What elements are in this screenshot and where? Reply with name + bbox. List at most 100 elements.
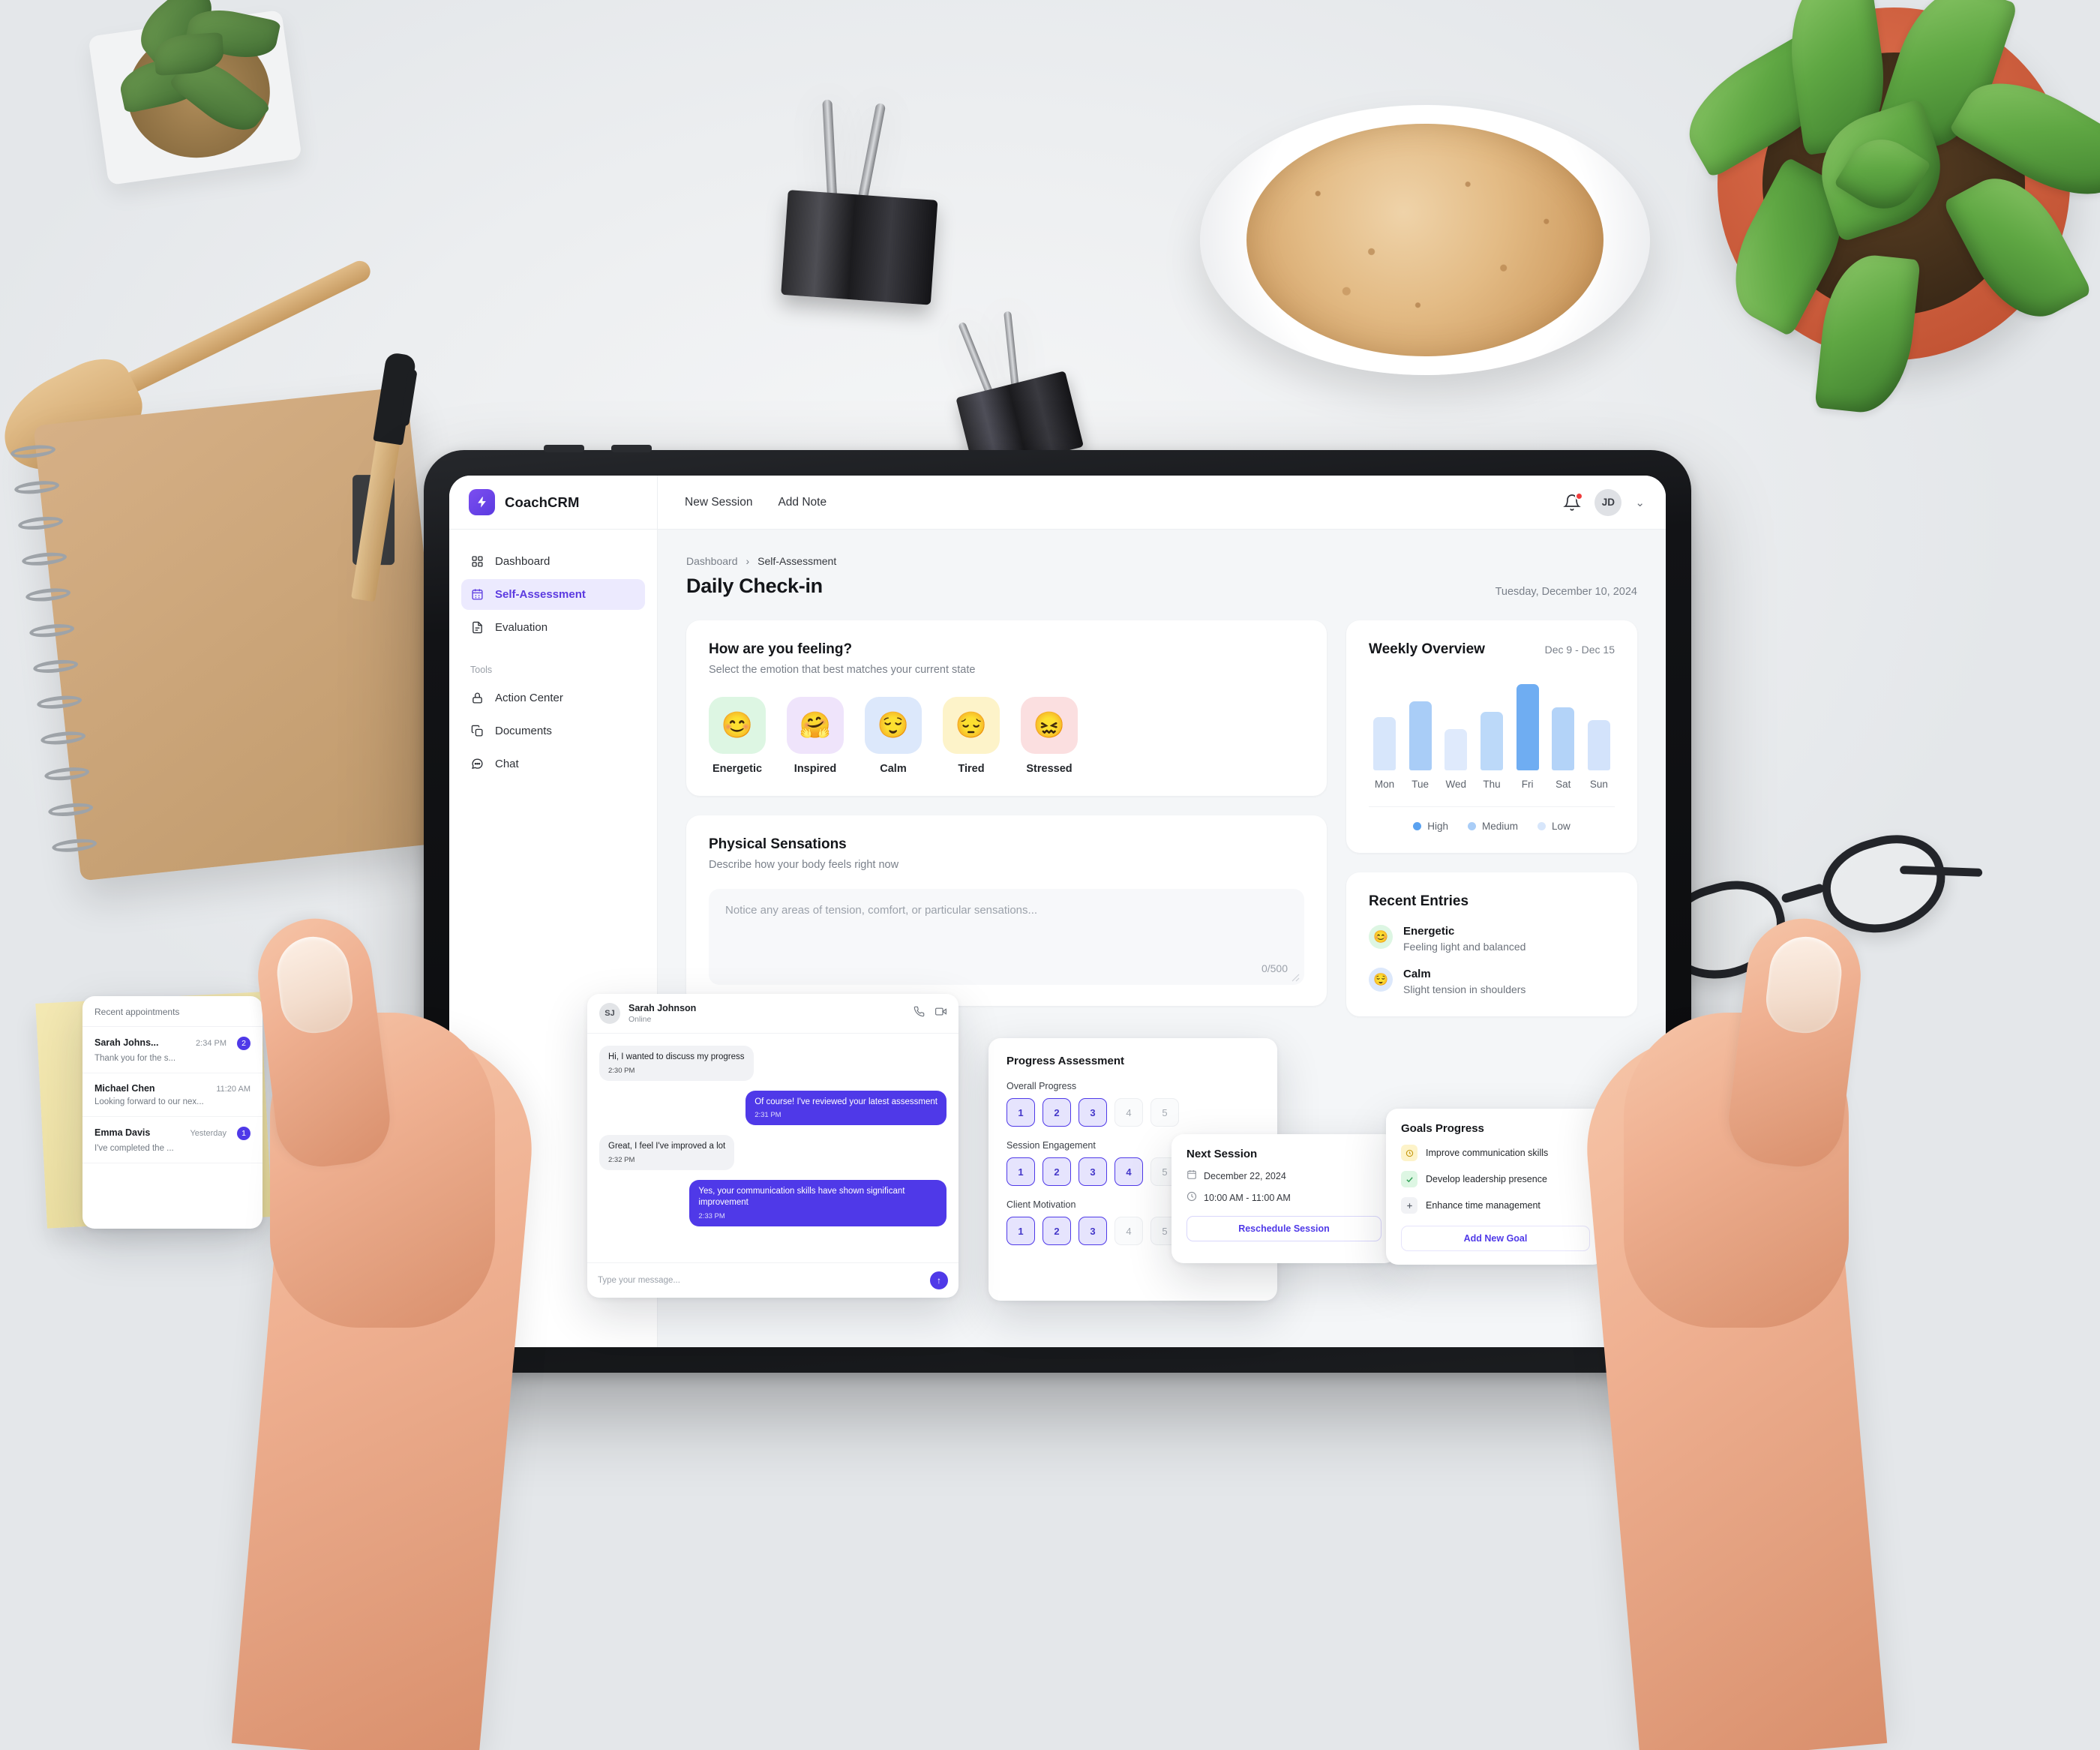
rating-option-3[interactable]: 3 (1078, 1217, 1107, 1245)
rating-option-4[interactable]: 4 (1114, 1217, 1143, 1245)
mood-option-inspired[interactable]: 🤗 Inspired (787, 697, 844, 775)
sensations-placeholder: Notice any areas of tension, comfort, or… (725, 904, 1038, 917)
arrow-up-icon[interactable]: ↑ (930, 1271, 948, 1289)
check-icon (1401, 1171, 1418, 1187)
mood-selector: 😊 Energetic 🤗 Inspired 😌 Calm 😔 Tired 😖 Stressed (709, 697, 1304, 775)
day-label: Thu (1483, 779, 1501, 790)
clock-icon (1401, 1145, 1418, 1161)
chat-header: SJ Sarah Johnson Online (587, 994, 958, 1034)
mood-option-calm[interactable]: 😌 Calm (865, 697, 922, 775)
add-note-link[interactable]: Add Note (778, 496, 826, 509)
sidebar-item-label: Chat (495, 758, 519, 770)
sidebar-item-dashboard[interactable]: Dashboard (461, 546, 645, 577)
rating-option-1[interactable]: 1 (1006, 1098, 1035, 1127)
goal-item[interactable]: Enhance time management (1401, 1197, 1590, 1214)
resize-handle[interactable] (1288, 970, 1300, 982)
phone-icon[interactable] (914, 1006, 925, 1021)
rating-option-4[interactable]: 4 (1114, 1157, 1143, 1186)
chat-message: Hi, I wanted to discuss my progress 2:30 … (599, 1046, 754, 1081)
rating-option-4[interactable]: 4 (1114, 1098, 1143, 1127)
feeling-heading: How are you feeling? (709, 641, 853, 657)
sidebar-item-self-assessment[interactable]: Self-Assessment (461, 579, 645, 610)
rating-option-5[interactable]: 5 (1150, 1098, 1179, 1127)
chat-message: Of course! I've reviewed your latest ass… (746, 1090, 946, 1126)
small-succulent-plant (45, 0, 330, 203)
message-time: 2:31 PM (754, 1111, 782, 1120)
volume-down-button[interactable] (611, 445, 652, 452)
goal-item[interactable]: Develop leadership presence (1401, 1171, 1590, 1187)
mood-option-energetic[interactable]: 😊 Energetic (709, 697, 766, 775)
rating-scale: 12345 (1006, 1098, 1259, 1127)
brand[interactable]: CoachCRM (449, 476, 658, 529)
next-session-panel: Next Session December 22, 2024 10:00 AM … (1172, 1134, 1396, 1263)
message-text: Of course! I've reviewed your latest ass… (754, 1097, 938, 1106)
chat-messages: Hi, I wanted to discuss my progress 2:30 … (587, 1034, 958, 1262)
rating-option-2[interactable]: 2 (1042, 1217, 1071, 1245)
message-time: 2:32 PM (608, 1155, 635, 1164)
page-title: Daily Check-in (686, 575, 823, 597)
goals-progress-panel: Goals Progress Improve communication ski… (1386, 1109, 1605, 1265)
sensations-textarea[interactable]: Notice any areas of tension, comfort, or… (709, 889, 1304, 985)
avatar[interactable]: JD (1594, 488, 1622, 516)
rating-option-3[interactable]: 3 (1078, 1157, 1107, 1186)
legend-swatch (1538, 822, 1546, 830)
next-session-heading: Next Session (1186, 1148, 1258, 1160)
rating-option-1[interactable]: 1 (1006, 1217, 1035, 1245)
legend-item-low: Low (1538, 821, 1570, 832)
reschedule-session-button[interactable]: Reschedule Session (1186, 1216, 1382, 1241)
grid-icon (470, 554, 484, 569)
feeling-card: How are you feeling? Select the emotion … (686, 620, 1327, 796)
mood-option-stressed[interactable]: 😖 Stressed (1021, 697, 1078, 775)
chat-avatar: SJ (599, 1003, 620, 1024)
next-session-date: December 22, 2024 (1204, 1170, 1286, 1181)
chat-list-item[interactable]: Emma Davis Yesterday 1 I've completed the .… (82, 1117, 262, 1163)
sidebar-item-evaluation[interactable]: Evaluation (461, 612, 645, 643)
feeling-subtitle: Select the emotion that best matches you… (709, 664, 976, 676)
volume-up-button[interactable] (544, 445, 584, 452)
weekly-overview-heading: Weekly Overview (1369, 641, 1485, 657)
sidebar-item-chat[interactable]: Chat (461, 749, 645, 779)
add-new-goal-button[interactable]: Add New Goal (1401, 1226, 1590, 1251)
brand-name: CoachCRM (505, 494, 580, 510)
sidebar-item-label: Dashboard (495, 555, 550, 568)
rating-option-2[interactable]: 2 (1042, 1098, 1071, 1127)
goal-label: Improve communication skills (1426, 1148, 1549, 1158)
chevron-down-icon[interactable]: ⌄ (1635, 496, 1645, 509)
sidebar-item-documents[interactable]: Documents (461, 716, 645, 746)
chat-list-item[interactable]: Sarah Johns... 2:34 PM 2 Thank you for the … (82, 1027, 262, 1073)
chat-list-header: Recent appointments (82, 996, 262, 1027)
chat-bubble-icon (470, 757, 484, 771)
rating-option-3[interactable]: 3 (1078, 1098, 1107, 1127)
goal-label: Enhance time management (1426, 1200, 1540, 1211)
chat-composer: Type your message... ↑ (587, 1262, 958, 1298)
bar-sat (1549, 707, 1577, 770)
recent-entry-item[interactable]: 😊 Energetic Feeling light and balanced (1369, 925, 1615, 953)
mood-option-tired[interactable]: 😔 Tired (943, 697, 1000, 775)
breadcrumb: Dashboard › Self-Assessment (686, 555, 1637, 567)
rating-option-2[interactable]: 2 (1042, 1157, 1071, 1186)
progress-assessment-heading: Progress Assessment (1006, 1055, 1125, 1067)
lightning-bolt-icon (469, 489, 495, 515)
video-camera-icon[interactable] (935, 1006, 946, 1021)
rating-option-1[interactable]: 1 (1006, 1157, 1035, 1186)
bar-sun (1585, 720, 1613, 770)
goal-item[interactable]: Improve communication skills (1401, 1145, 1590, 1161)
app-topbar: CoachCRM New Session Add Note JD ⌄ (449, 476, 1666, 530)
mood-label: Stressed (1026, 763, 1072, 775)
breadcrumb-parent[interactable]: Dashboard (686, 555, 738, 567)
recent-entry-item[interactable]: 😌 Calm Slight tension in shoulders (1369, 968, 1615, 995)
mood-label: Energetic (712, 763, 763, 775)
bar-thu (1478, 711, 1506, 770)
chat-list-item[interactable]: Michael Chen 11:20 AM Looking forward to o… (82, 1073, 262, 1117)
message-time: 2:33 PM (698, 1211, 725, 1220)
sensations-heading: Physical Sensations (709, 836, 847, 852)
new-session-link[interactable]: New Session (685, 496, 752, 509)
chat-list-name: Emma Davis (94, 1127, 151, 1138)
sidebar-item-action-center[interactable]: Action Center (461, 683, 645, 713)
binder-clip-large (766, 99, 959, 306)
sidebar-item-label: Action Center (495, 692, 563, 704)
bell-icon[interactable] (1563, 491, 1584, 512)
unread-badge: 2 (237, 1037, 250, 1050)
chat-message: Great, I feel I've improved a lot 2:32 PM (599, 1135, 735, 1170)
chat-input[interactable]: Type your message... (598, 1276, 922, 1285)
